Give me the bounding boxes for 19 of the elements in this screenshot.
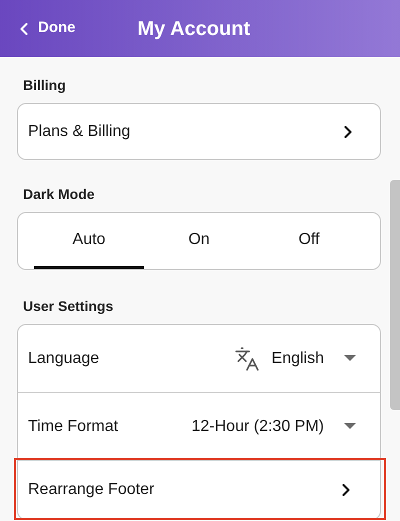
setting-label: Time Format (28, 416, 118, 436)
setting-label: Language (28, 348, 100, 368)
section-label: Dark Mode (23, 185, 96, 204)
setting-value: English (272, 348, 324, 368)
page-title: My Account (138, 16, 250, 42)
section-label: User Settings (23, 297, 114, 316)
mode-tab[interactable]: Auto (34, 213, 144, 269)
dropdown-caret-icon (344, 355, 356, 362)
setting-row[interactable]: Language English (18, 325, 380, 393)
mode-tab[interactable]: On (144, 213, 254, 269)
done-button[interactable]: Done (14, 17, 76, 40)
dropdown-caret-icon (344, 423, 356, 430)
mode-tab[interactable]: Off (254, 213, 364, 269)
section-label: Billing (23, 76, 67, 95)
setting-row[interactable]: Rearrange Footer (18, 461, 380, 519)
setting-row[interactable]: Time Format 12-Hour (2:30 PM) (18, 393, 380, 461)
plans-billing-row[interactable]: Plans & Billing (17, 103, 381, 160)
setting-label: Rearrange Footer (28, 480, 154, 500)
setting-value: 12-Hour (2:30 PM) (192, 416, 324, 436)
